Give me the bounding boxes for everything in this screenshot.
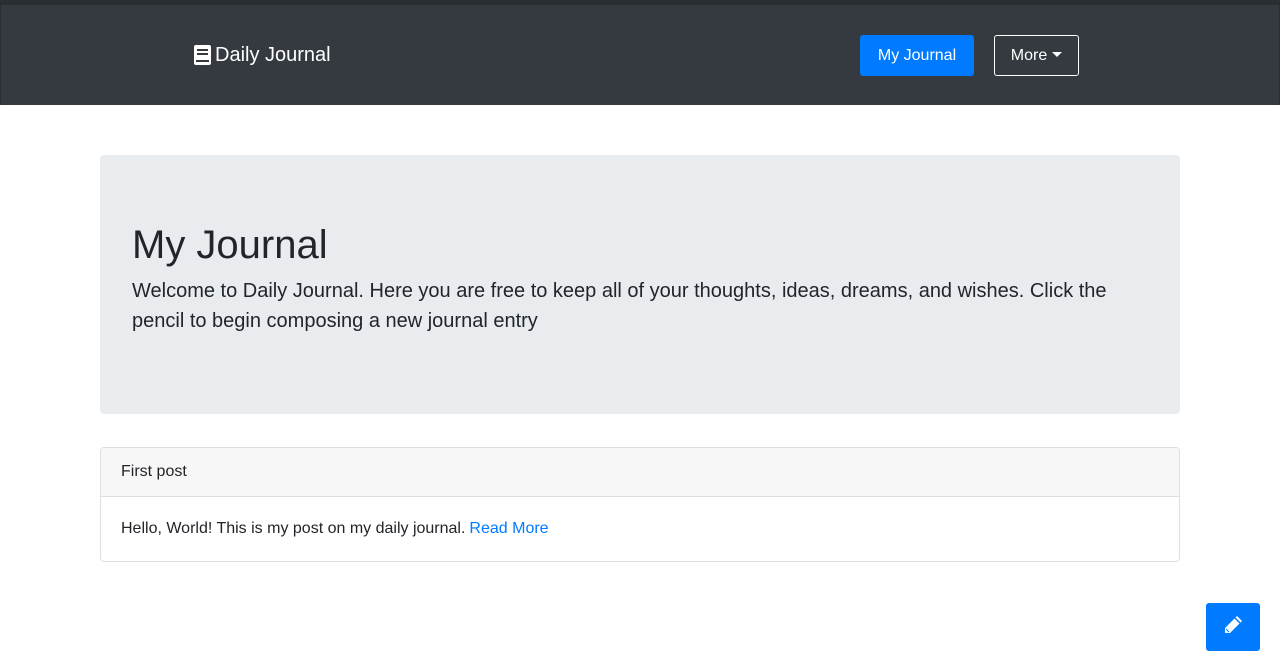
my-journal-button[interactable]: My Journal	[860, 35, 974, 76]
more-dropdown-button[interactable]: More	[994, 35, 1079, 76]
pencil-icon	[1222, 614, 1244, 641]
more-button-label: More	[1010, 46, 1048, 64]
brand-label: Daily Journal	[215, 43, 331, 66]
post-card: First post Hello, World! This is my post…	[100, 447, 1180, 562]
read-more-link[interactable]: Read More	[469, 520, 548, 538]
caret-down-icon	[1052, 52, 1063, 57]
page-title: My Journal	[132, 223, 328, 267]
brand-link[interactable]: Daily Journal	[193, 41, 331, 69]
compose-button[interactable]	[1206, 603, 1260, 651]
navbar: Daily Journal My Journal More	[0, 0, 1280, 105]
post-title: First post	[101, 448, 1179, 497]
my-journal-button-label: My Journal	[877, 46, 957, 64]
post-text: Hello, World! This is my post on my dail…	[121, 520, 466, 537]
book-icon	[193, 45, 211, 65]
jumbotron: My Journal Welcome to Daily Journal. Her…	[100, 155, 1180, 414]
post-body: Hello, World! This is my post on my dail…	[101, 497, 1179, 561]
welcome-text: Welcome to Daily Journal. Here you are f…	[132, 280, 1107, 332]
